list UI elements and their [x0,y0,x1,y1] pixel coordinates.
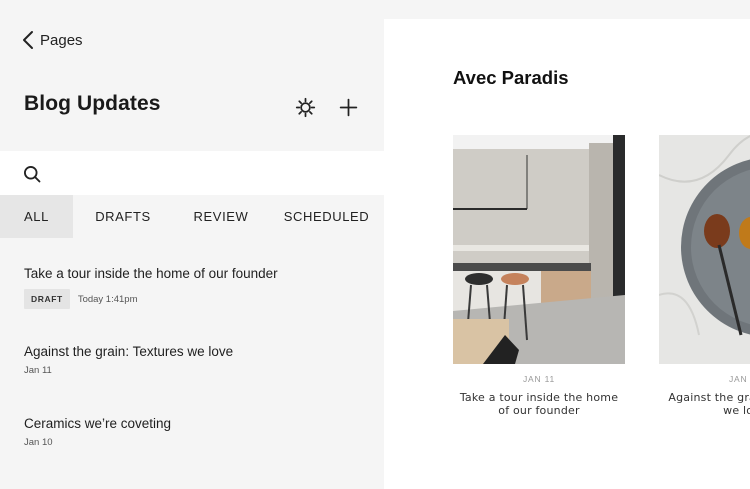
site-preview: Avec Paradis JAN 11 Take a tour inside t… [384,19,750,489]
post-list-item[interactable]: Take a tour inside the home of our found… [24,266,278,309]
tab-all[interactable]: ALL [0,195,73,238]
filter-tabs: ALL DRAFTS REVIEW SCHEDULED [0,195,384,238]
status-badge: DRAFT [24,289,70,309]
post-title: Take a tour inside the home of our found… [24,266,278,281]
post-date: Today 1:41pm [77,293,138,305]
blog-card[interactable]: JAN 11 Against the grain: Textures we lo… [659,135,750,417]
back-button[interactable]: Pages [22,30,83,50]
back-label: Pages [40,31,83,49]
post-date: Jan 10 [24,437,53,448]
chevron-left-icon [23,31,33,49]
card-title: Against the grain: Textures we love [668,391,750,417]
search-bar[interactable] [0,151,384,195]
card-date: JAN 11 [522,374,556,384]
card-date: JAN 11 [728,374,750,384]
page-title: Blog Updates [24,92,161,115]
blog-card[interactable]: JAN 11 Take a tour inside the home of ou… [453,135,625,417]
tab-drafts[interactable]: DRAFTS [73,195,173,238]
search-icon[interactable] [22,164,42,184]
pages-panel: Pages Blog Updates ALL DRAFTS REVIEW SCH… [0,0,384,489]
marble-spices-photo [659,135,750,364]
add-icon[interactable] [338,97,359,118]
gear-icon[interactable] [295,97,316,118]
tab-review[interactable]: REVIEW [173,195,269,238]
post-title: Against the grain: Textures we love [24,344,234,359]
card-title: Take a tour inside the home of our found… [459,391,619,417]
post-date: Jan 11 [24,365,52,376]
tab-scheduled[interactable]: SCHEDULED [269,195,384,238]
kitchen-photo [453,135,625,364]
post-title: Ceramics we’re coveting [24,416,172,431]
site-title: Avec Paradis [453,67,569,88]
post-list-item[interactable]: Against the grain: Textures we love Jan … [24,344,233,376]
post-list-item[interactable]: Ceramics we’re coveting Jan 10 [24,416,171,448]
